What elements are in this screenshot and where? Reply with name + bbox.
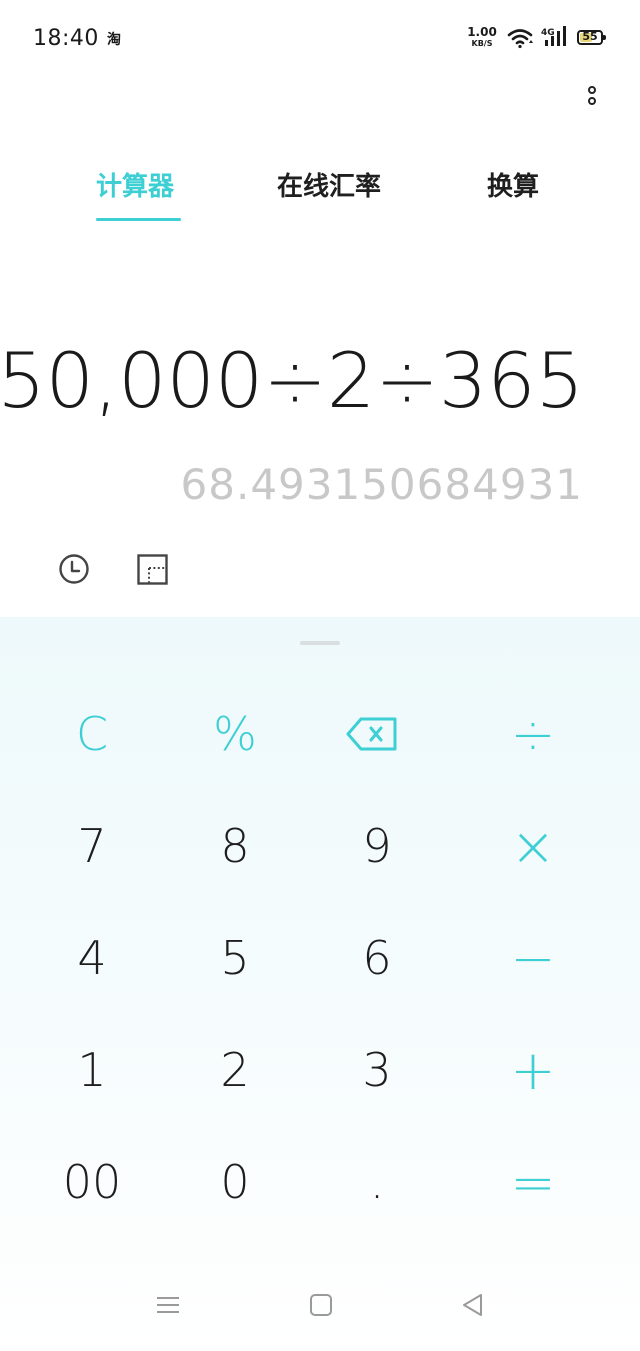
history-clock-icon[interactable] xyxy=(58,553,90,585)
digit-2-button[interactable]: 2 xyxy=(180,1025,290,1115)
tab-conversion[interactable]: 换算 xyxy=(487,166,539,203)
active-tab-indicator xyxy=(96,218,181,221)
drag-handle[interactable] xyxy=(300,641,340,645)
keypad: C % ÷ 7 8 9 × 4 5 6 − 1 2 3 + 00 0 . = xyxy=(0,617,640,1351)
digit-label: 3 xyxy=(362,1043,392,1097)
digit-1-button[interactable]: 1 xyxy=(37,1025,147,1115)
battery-level: 55 xyxy=(582,30,598,43)
percent-button[interactable]: % xyxy=(180,689,290,779)
digit-label: 5 xyxy=(220,931,250,985)
equals-label: = xyxy=(510,1150,556,1214)
expression-display: 50,000÷2÷365 xyxy=(0,336,584,425)
backspace-button[interactable] xyxy=(317,689,427,779)
ruler-square-icon[interactable] xyxy=(137,554,168,585)
multiply-label: × xyxy=(510,814,556,878)
menu-icon[interactable] xyxy=(155,1292,181,1318)
digit-3-button[interactable]: 3 xyxy=(322,1025,432,1115)
status-time: 18:40 xyxy=(33,26,99,51)
status-bar: 18:40 淘 1.00 KB/S 4G 55 xyxy=(0,0,640,80)
network-speed: 1.00 KB/S xyxy=(466,25,498,49)
divide-button[interactable]: ÷ xyxy=(478,689,588,779)
clear-label: C xyxy=(75,707,109,761)
battery-icon: 55 xyxy=(577,30,606,45)
decimal-label: . xyxy=(369,1155,385,1209)
result-display: 68.493150684931 xyxy=(180,460,583,509)
digit-8-button[interactable]: 8 xyxy=(180,801,290,891)
tab-exchange-rate[interactable]: 在线汇率 xyxy=(277,166,381,203)
more-dot-icon xyxy=(588,97,596,105)
more-options-button[interactable] xyxy=(580,86,604,116)
network-speed-unit: KB/S xyxy=(471,39,493,48)
wifi-icon xyxy=(507,29,533,49)
digit-label: 9 xyxy=(362,819,392,873)
digit-label: 8 xyxy=(220,819,250,873)
digit-5-button[interactable]: 5 xyxy=(180,913,290,1003)
taobao-notification-icon: 淘 xyxy=(107,32,121,48)
add-label: + xyxy=(510,1038,556,1102)
digit-label: 00 xyxy=(62,1155,122,1209)
back-icon[interactable] xyxy=(460,1292,486,1318)
double-zero-button[interactable]: 00 xyxy=(37,1137,147,1227)
digit-label: 7 xyxy=(77,819,107,873)
divide-label: ÷ xyxy=(510,702,556,766)
percent-label: % xyxy=(213,707,257,761)
digit-4-button[interactable]: 4 xyxy=(37,913,147,1003)
system-nav-bar xyxy=(0,1270,640,1350)
digit-6-button[interactable]: 6 xyxy=(322,913,432,1003)
digit-label: 1 xyxy=(77,1043,107,1097)
cell-signal-icon: 4G xyxy=(541,26,566,46)
clear-button[interactable]: C xyxy=(37,689,147,779)
multiply-button[interactable]: × xyxy=(478,801,588,891)
subtract-label: − xyxy=(510,926,556,990)
tab-calculator[interactable]: 计算器 xyxy=(96,166,174,203)
equals-button[interactable]: = xyxy=(478,1137,588,1227)
network-speed-value: 1.00 xyxy=(467,25,497,39)
backspace-icon xyxy=(346,717,397,751)
home-icon[interactable] xyxy=(308,1292,334,1318)
digit-label: 6 xyxy=(362,931,392,985)
add-button[interactable]: + xyxy=(478,1025,588,1115)
more-dot-icon xyxy=(588,86,596,94)
digit-label: 4 xyxy=(77,931,107,985)
digit-9-button[interactable]: 9 xyxy=(322,801,432,891)
subtract-button[interactable]: − xyxy=(478,913,588,1003)
digit-7-button[interactable]: 7 xyxy=(37,801,147,891)
digit-0-button[interactable]: 0 xyxy=(180,1137,290,1227)
digit-label: 2 xyxy=(220,1043,250,1097)
decimal-point-button[interactable]: . xyxy=(322,1137,432,1227)
digit-label: 0 xyxy=(220,1155,250,1209)
tab-bar: 计算器 在线汇率 换算 xyxy=(0,160,640,230)
battery-tip xyxy=(603,35,606,40)
